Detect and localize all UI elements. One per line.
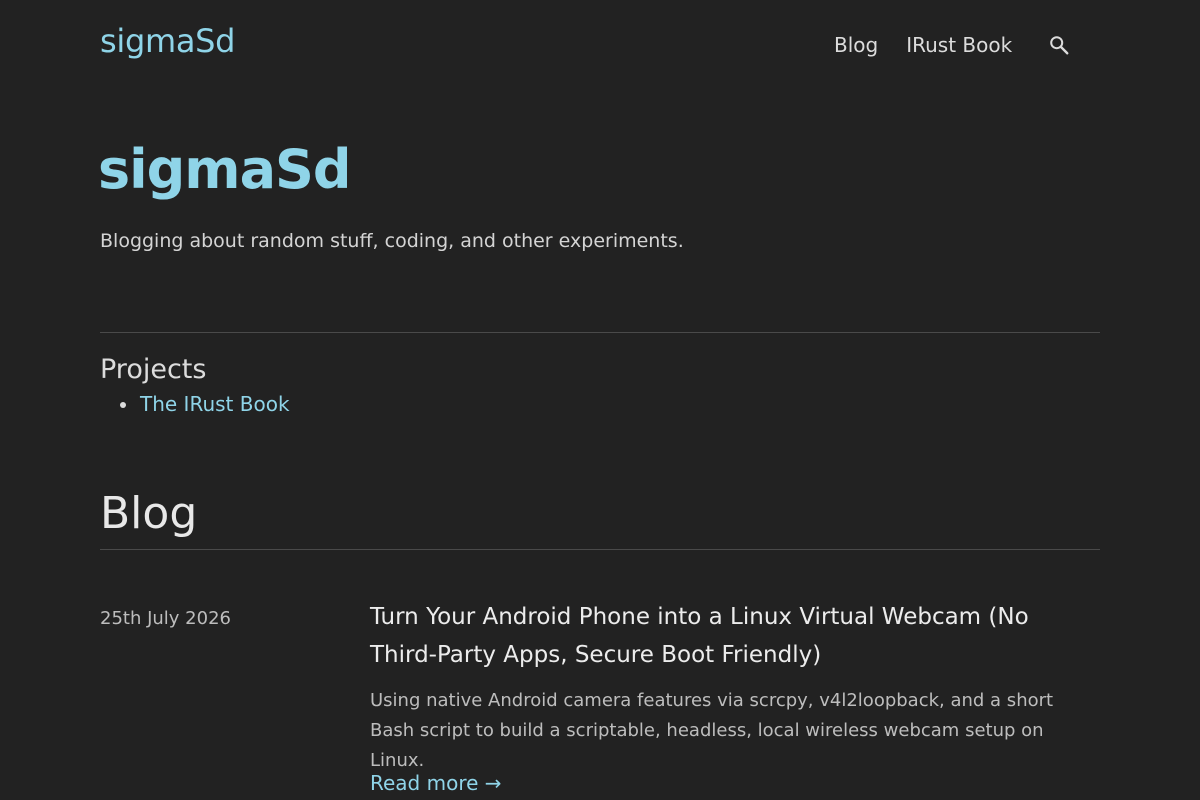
divider: [100, 332, 1100, 333]
projects-heading: Projects: [100, 354, 207, 385]
list-item: The IRust Book: [120, 392, 290, 416]
search-icon: [1050, 36, 1069, 55]
post-date: 25th July 2026: [100, 608, 231, 629]
page: sigmaSd Blog IRust Book sigmaSd Blogging…: [0, 0, 1200, 800]
divider: [100, 549, 1100, 550]
read-more-link[interactable]: Read more →: [370, 771, 502, 795]
nav-link-irust-book[interactable]: IRust Book: [906, 33, 1012, 57]
blog-heading: Blog: [100, 488, 198, 539]
post-summary: Using native Android camera features via…: [370, 690, 1054, 771]
post-title-link[interactable]: Turn Your Android Phone into a Linux Vir…: [370, 598, 1100, 674]
hero-description: Blogging about random stuff, coding, and…: [100, 230, 684, 252]
site-title-link[interactable]: sigmaSd: [100, 22, 235, 60]
top-nav: Blog IRust Book: [834, 33, 1070, 57]
project-link-irust-book[interactable]: The IRust Book: [140, 392, 290, 416]
projects-list: The IRust Book: [120, 392, 290, 416]
hero-title: sigmaSd: [98, 138, 352, 201]
search-button[interactable]: [1048, 34, 1070, 56]
nav-link-blog[interactable]: Blog: [834, 33, 878, 57]
